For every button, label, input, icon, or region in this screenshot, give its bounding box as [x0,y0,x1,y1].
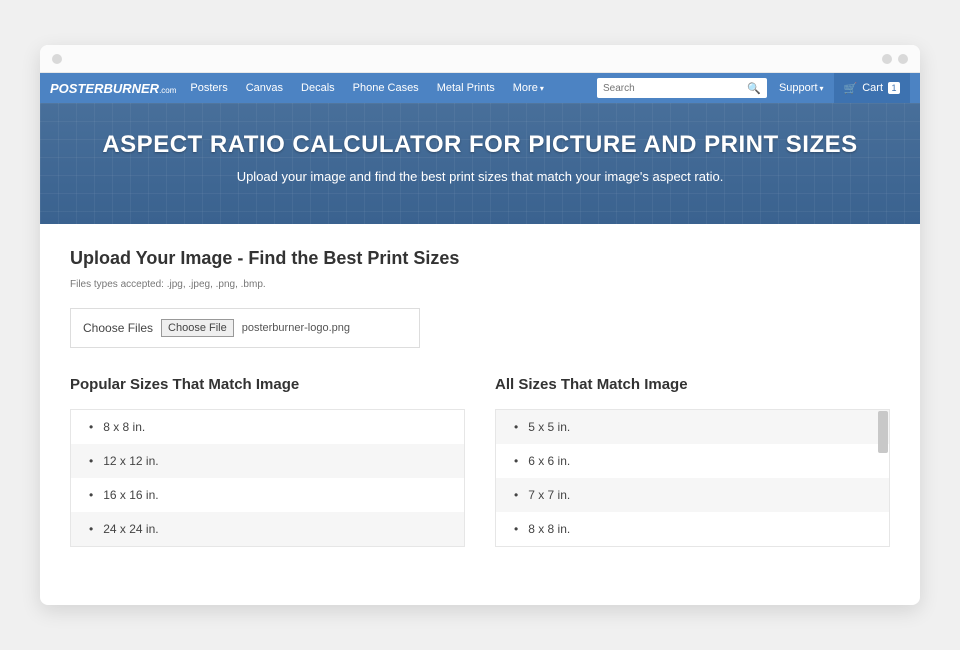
search-box[interactable]: 🔍 [597,78,767,98]
nav-item-phone-cases[interactable]: Phone Cases [353,82,419,94]
upload-box: Choose Files Choose File posterburner-lo… [70,308,420,348]
nav-item-posters[interactable]: Posters [190,82,227,94]
nav-more-label: More [513,82,538,94]
logo-main: POSTERBURNER [50,81,159,96]
search-icon[interactable]: 🔍 [747,82,761,95]
main-content: Upload Your Image - Find the Best Print … [40,224,920,605]
nav-item-decals[interactable]: Decals [301,82,335,94]
cart-icon: 🛒 [844,82,858,95]
scrollbar-thumb[interactable] [878,411,888,453]
hero-title: ASPECT RATIO CALCULATOR FOR PICTURE AND … [60,131,900,159]
list-item[interactable]: 16 x 16 in. [71,478,464,512]
upload-heading: Upload Your Image - Find the Best Print … [70,248,890,269]
window-control-dot[interactable] [898,54,908,64]
window-control-dot[interactable] [52,54,62,64]
nav-item-metal-prints[interactable]: Metal Prints [437,82,495,94]
popular-sizes-column: Popular Sizes That Match Image 8 x 8 in.… [70,376,465,547]
choose-files-label: Choose Files [83,321,153,335]
logo-suffix: .com [159,86,176,95]
support-label: Support [779,82,818,94]
nav-items: Posters Canvas Decals Phone Cases Metal … [190,82,597,94]
top-nav: POSTERBURNER.com Posters Canvas Decals P… [40,73,920,103]
results-section: Popular Sizes That Match Image 8 x 8 in.… [70,376,890,547]
file-types-note: Files types accepted: .jpg, .jpeg, .png,… [70,279,890,290]
hero-banner: ASPECT RATIO CALCULATOR FOR PICTURE AND … [40,103,920,224]
list-item[interactable]: 5 x 5 in. [496,410,889,444]
cart-button[interactable]: 🛒 Cart 1 [834,73,910,103]
cart-count-badge: 1 [888,82,900,94]
list-item[interactable]: 8 x 8 in. [71,410,464,444]
support-menu[interactable]: Support▾ [779,82,824,94]
list-item[interactable]: 8 x 8 in. [496,512,889,546]
selected-filename: posterburner-logo.png [242,322,350,334]
popular-sizes-heading: Popular Sizes That Match Image [70,376,465,393]
choose-file-button[interactable]: Choose File [161,319,234,337]
chevron-down-icon: ▾ [820,84,824,93]
site-logo[interactable]: POSTERBURNER.com [50,81,176,96]
all-sizes-column: All Sizes That Match Image 5 x 5 in. 6 x… [495,376,890,547]
list-item[interactable]: 12 x 12 in. [71,444,464,478]
nav-item-more[interactable]: More▾ [513,82,544,94]
all-sizes-list[interactable]: 5 x 5 in. 6 x 6 in. 7 x 7 in. 8 x 8 in. [495,409,890,547]
search-input[interactable] [603,83,747,94]
list-item[interactable]: 24 x 24 in. [71,512,464,546]
chevron-down-icon: ▾ [540,84,544,93]
hero-subtitle: Upload your image and find the best prin… [60,169,900,184]
browser-window: POSTERBURNER.com Posters Canvas Decals P… [40,45,920,605]
all-sizes-heading: All Sizes That Match Image [495,376,890,393]
window-control-dot[interactable] [882,54,892,64]
cart-label: Cart [862,82,883,94]
list-item[interactable]: 7 x 7 in. [496,478,889,512]
browser-chrome [40,45,920,73]
list-item[interactable]: 6 x 6 in. [496,444,889,478]
nav-item-canvas[interactable]: Canvas [246,82,283,94]
popular-sizes-list: 8 x 8 in. 12 x 12 in. 16 x 16 in. 24 x 2… [70,409,465,547]
